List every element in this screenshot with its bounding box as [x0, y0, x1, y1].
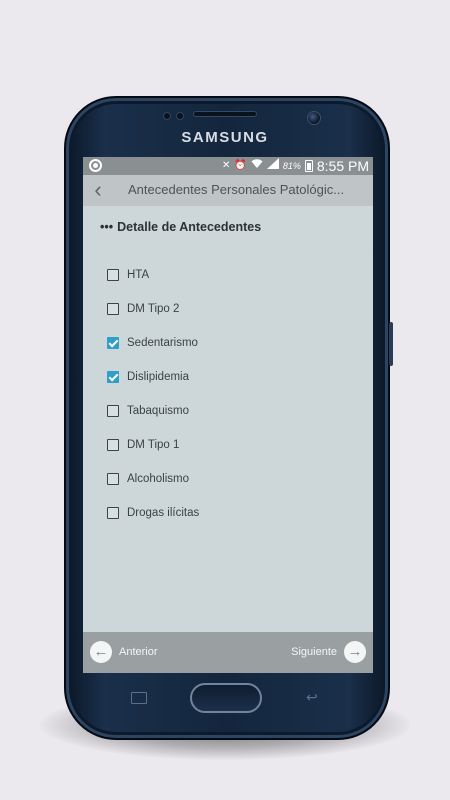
checkbox[interactable] [107, 507, 119, 519]
battery-percent: 81% [282, 161, 301, 171]
list-item[interactable]: HTA [107, 258, 357, 292]
item-label: Alcoholismo [127, 473, 189, 485]
arrow-left-icon: ← [90, 641, 112, 663]
chevron-left-icon[interactable]: ‹ [87, 177, 109, 203]
checkbox[interactable] [107, 303, 119, 315]
checkbox[interactable] [107, 439, 119, 451]
status-time: 8:55 PM [316, 158, 369, 174]
proximity-sensor [163, 112, 171, 120]
arrow-right-icon: → [344, 641, 366, 663]
app-notification-icon [89, 159, 102, 172]
checkbox[interactable] [107, 405, 119, 417]
antecedentes-list: HTA DM Tipo 2 Sedentarismo Dislipidemia … [107, 258, 357, 530]
app-bar: ‹ Antecedentes Personales Patológic... [83, 175, 373, 206]
item-label: HTA [127, 269, 150, 281]
mute-icon: ✕ [222, 160, 231, 171]
more-dots-icon: ••• [100, 220, 114, 234]
bottom-nav-bar: ← Anterior Siguiente → [83, 632, 373, 673]
signal-icon [266, 157, 279, 175]
back-key-icon[interactable]: ↩ [306, 689, 326, 705]
home-button[interactable] [190, 683, 262, 713]
item-label: DM Tipo 1 [127, 439, 180, 451]
status-bar: ✕ ⏰ 81% 8:55 PM [83, 157, 373, 175]
checkbox[interactable] [107, 269, 119, 281]
front-camera [307, 111, 321, 125]
light-sensor [176, 112, 184, 120]
item-label: DM Tipo 2 [127, 303, 180, 315]
next-button[interactable]: Siguiente → [291, 641, 366, 663]
list-item[interactable]: Alcoholismo [107, 462, 357, 496]
list-item[interactable]: Sedentarismo [107, 326, 357, 360]
status-icons: ✕ ⏰ 81% 8:55 PM [222, 157, 369, 175]
page-title: Antecedentes Personales Patológic... [128, 182, 345, 197]
list-item[interactable]: DM Tipo 1 [107, 428, 357, 462]
screen: ✕ ⏰ 81% 8:55 PM ‹ Antecedentes Personale… [83, 157, 373, 673]
power-button [389, 322, 393, 366]
wifi-icon [251, 158, 263, 175]
checkbox[interactable] [107, 337, 119, 349]
list-item[interactable]: Drogas ilícitas [107, 496, 357, 530]
item-label: Tabaquismo [127, 405, 190, 417]
list-item[interactable]: Dislipidemia [107, 360, 357, 394]
next-label: Siguiente [291, 646, 337, 658]
previous-label: Anterior [119, 646, 158, 658]
battery-icon [304, 160, 313, 172]
item-label: Dislipidemia [127, 371, 189, 383]
device-brand: SAMSUNG [181, 129, 269, 146]
item-label: Sedentarismo [127, 337, 198, 349]
list-item[interactable]: Tabaquismo [107, 394, 357, 428]
checkbox[interactable] [107, 473, 119, 485]
list-item[interactable]: DM Tipo 2 [107, 292, 357, 326]
section-title: Detalle de Antecedentes [117, 220, 262, 234]
checkbox[interactable] [107, 371, 119, 383]
previous-button[interactable]: ← Anterior [90, 641, 158, 663]
section-header: ••• Detalle de Antecedentes [100, 220, 261, 234]
item-label: Drogas ilícitas [127, 507, 200, 519]
recent-apps-key[interactable] [131, 692, 147, 704]
alarm-icon: ⏰ [234, 160, 247, 171]
earpiece-speaker [193, 111, 257, 117]
